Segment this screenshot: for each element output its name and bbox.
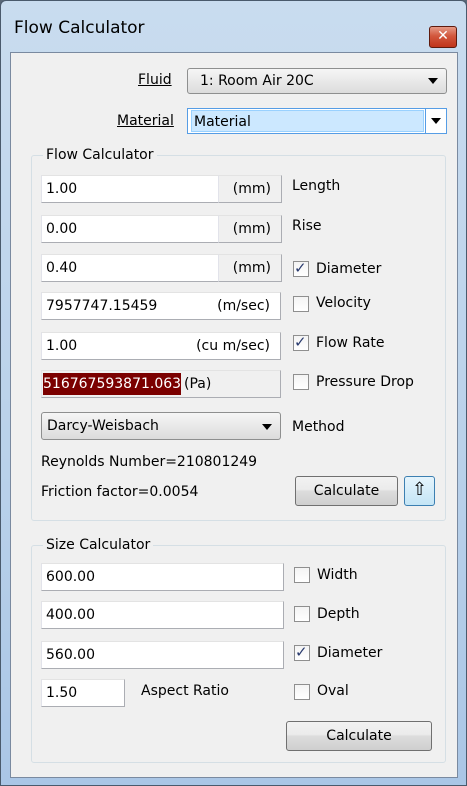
fluid-select[interactable]: 1: Room Air 20C	[187, 68, 447, 94]
oval-checkbox-label: Oval	[317, 683, 349, 699]
velocity-value: 7957747.15459	[46, 298, 158, 314]
chevron-down-icon	[431, 118, 441, 124]
up-button[interactable]: ⇧	[404, 476, 435, 506]
chevron-down-icon	[262, 424, 272, 430]
friction-factor: Friction factor=0.0054	[41, 484, 199, 500]
oval-checkbox[interactable]	[294, 684, 310, 700]
reynolds-number: Reynolds Number=210801249	[41, 454, 258, 470]
diameter-input[interactable]: 0.40	[41, 254, 219, 282]
size-diameter-checkbox[interactable]: ✓	[294, 643, 310, 661]
pressure-drop-output[interactable]: 516767593871.063 (Pa)	[41, 370, 281, 398]
window-title: Flow Calculator	[14, 18, 145, 38]
close-icon: ✕	[437, 28, 449, 44]
velocity-unit-text: (m/sec)	[217, 298, 270, 314]
fluid-select-value: 1: Room Air 20C	[200, 73, 314, 89]
width-checkbox[interactable]	[294, 567, 310, 583]
flow-rate-unit-text: (cu m/sec)	[196, 338, 270, 354]
width-value: 600.00	[46, 569, 95, 585]
size-calculator-group-title: Size Calculator	[43, 537, 154, 553]
size-calculate-button[interactable]: Calculate	[286, 721, 432, 751]
length-value: 1.00	[46, 181, 78, 197]
flow-calculator-window: Flow Calculator ✕ Fluid 1: Room Air 20C …	[0, 0, 467, 786]
width-input[interactable]: 600.00	[41, 563, 284, 591]
diameter-unit-text: (mm)	[232, 260, 271, 276]
length-label: Length	[292, 178, 341, 194]
flow-calculate-button[interactable]: Calculate	[295, 476, 398, 506]
depth-value: 400.00	[46, 607, 95, 623]
rise-input[interactable]: 0.00	[41, 215, 219, 243]
diameter-checkbox-label: Diameter	[316, 261, 382, 277]
rise-unit: (mm)	[218, 215, 282, 243]
material-label: Material	[117, 113, 174, 129]
velocity-checkbox[interactable]	[293, 296, 309, 312]
method-label: Method	[292, 419, 345, 435]
material-dropdown-button[interactable]	[425, 109, 446, 133]
check-icon: ✓	[294, 259, 307, 277]
size-diameter-value: 560.00	[46, 647, 95, 663]
pressure-drop-checkbox-label: Pressure Drop	[316, 374, 414, 390]
method-select-value: Darcy-Weisbach	[47, 418, 159, 434]
flow-rate-input[interactable]: 1.00 (cu m/sec)	[41, 332, 281, 360]
material-select-value: Material	[191, 110, 424, 132]
method-select[interactable]: Darcy-Weisbach	[41, 412, 281, 440]
check-icon: ✓	[295, 643, 308, 661]
velocity-checkbox-label: Velocity	[316, 295, 371, 311]
chevron-down-icon	[428, 78, 438, 84]
width-checkbox-label: Width	[317, 567, 358, 583]
flow-rate-value: 1.00	[46, 338, 78, 354]
depth-checkbox[interactable]	[294, 606, 310, 622]
velocity-input[interactable]: 7957747.15459 (m/sec)	[41, 292, 281, 320]
title-bar[interactable]: Flow Calculator ✕	[1, 1, 466, 53]
size-diameter-input[interactable]: 560.00	[41, 641, 284, 669]
length-unit: (mm)	[218, 175, 282, 203]
diameter-value: 0.40	[46, 260, 78, 276]
material-select[interactable]: Material	[187, 108, 447, 134]
length-unit-text: (mm)	[232, 181, 271, 197]
close-button[interactable]: ✕	[429, 26, 457, 48]
flow-rate-checkbox-label: Flow Rate	[316, 335, 385, 351]
arrow-up-icon: ⇧	[411, 479, 428, 500]
rise-unit-text: (mm)	[232, 221, 271, 237]
pressure-drop-checkbox[interactable]	[293, 374, 309, 390]
rise-label: Rise	[292, 218, 322, 234]
size-diameter-checkbox-label: Diameter	[317, 645, 383, 661]
aspect-ratio-value: 1.50	[46, 685, 78, 701]
diameter-checkbox[interactable]: ✓	[293, 259, 309, 277]
fluid-label: Fluid	[138, 72, 172, 88]
diameter-unit: (mm)	[218, 254, 282, 282]
client-area: Fluid 1: Room Air 20C Material Material …	[10, 52, 458, 778]
pressure-drop-value: 516767593871.063	[43, 373, 181, 395]
aspect-ratio-label: Aspect Ratio	[141, 683, 229, 699]
pressure-drop-unit-text: (Pa)	[184, 376, 212, 392]
flow-rate-checkbox[interactable]: ✓	[293, 333, 309, 351]
aspect-ratio-input[interactable]: 1.50	[41, 679, 125, 707]
check-icon: ✓	[294, 333, 307, 351]
rise-value: 0.00	[46, 221, 78, 237]
depth-input[interactable]: 400.00	[41, 601, 284, 629]
depth-checkbox-label: Depth	[317, 606, 360, 622]
length-input[interactable]: 1.00	[41, 175, 219, 203]
flow-calculator-group-title: Flow Calculator	[43, 147, 157, 163]
